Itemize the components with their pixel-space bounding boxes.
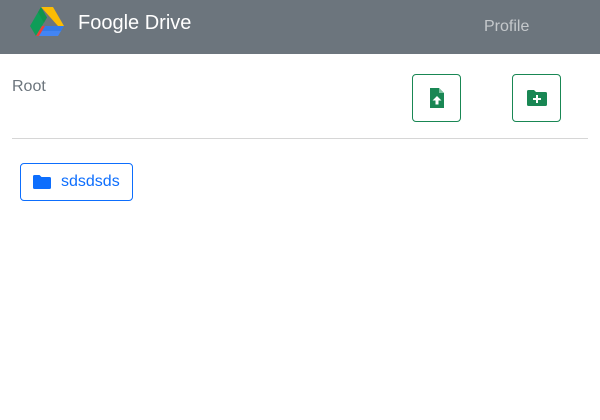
header-divider xyxy=(12,138,588,139)
upload-file-button[interactable] xyxy=(412,74,461,122)
folder-icon xyxy=(33,175,51,189)
folder-item[interactable]: sdsdsds xyxy=(20,163,133,201)
folder-name: sdsdsds xyxy=(61,173,120,190)
top-navbar: Foogle Drive Profile xyxy=(0,0,600,54)
brand-link[interactable]: Foogle Drive xyxy=(30,7,191,39)
breadcrumb-root: Root xyxy=(12,78,46,95)
new-folder-button[interactable] xyxy=(512,74,561,122)
folder-plus-icon xyxy=(526,90,547,106)
brand-name: Foogle Drive xyxy=(78,12,192,34)
nav-profile-link[interactable]: Profile xyxy=(484,17,529,37)
file-upload-icon xyxy=(429,88,444,108)
google-drive-logo-icon xyxy=(30,7,64,36)
